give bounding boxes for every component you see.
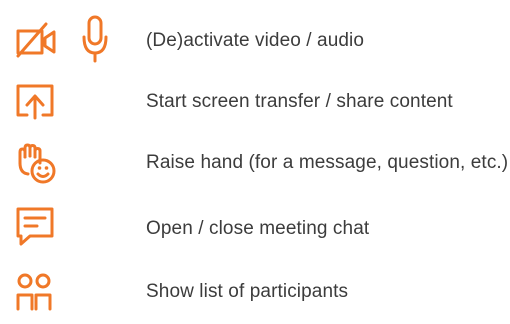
microphone-icon	[82, 15, 108, 63]
legend-row-raise-hand: Raise hand (for a message, question, etc…	[0, 133, 510, 193]
legend-label: (De)activate video / audio	[146, 30, 365, 51]
legend-row-icons	[10, 72, 140, 132]
legend-label: Start screen transfer / share content	[146, 91, 453, 112]
legend-label: Show list of participants	[146, 281, 349, 302]
video-off-icon	[16, 22, 62, 58]
legend-row-icons	[10, 199, 140, 259]
legend-row-icons	[10, 262, 140, 322]
legend-row-video-audio: (De)activate video / audio	[0, 11, 510, 71]
legend-row-chat: Open / close meeting chat	[0, 199, 510, 259]
legend-row-participants: Show list of participants	[0, 262, 510, 322]
chat-icon	[16, 207, 54, 247]
legend-row-icons	[10, 11, 140, 71]
participants-icon	[16, 273, 52, 313]
raise-hand-icon	[14, 143, 58, 185]
controls-legend: (De)activate video / audio Start screen …	[0, 0, 510, 324]
legend-row-icons	[10, 133, 140, 193]
legend-row-screen-share: Start screen transfer / share content	[0, 72, 510, 132]
legend-label: Raise hand (for a message, question, etc…	[146, 152, 509, 173]
screen-share-icon	[16, 84, 54, 120]
legend-label: Open / close meeting chat	[146, 218, 370, 239]
